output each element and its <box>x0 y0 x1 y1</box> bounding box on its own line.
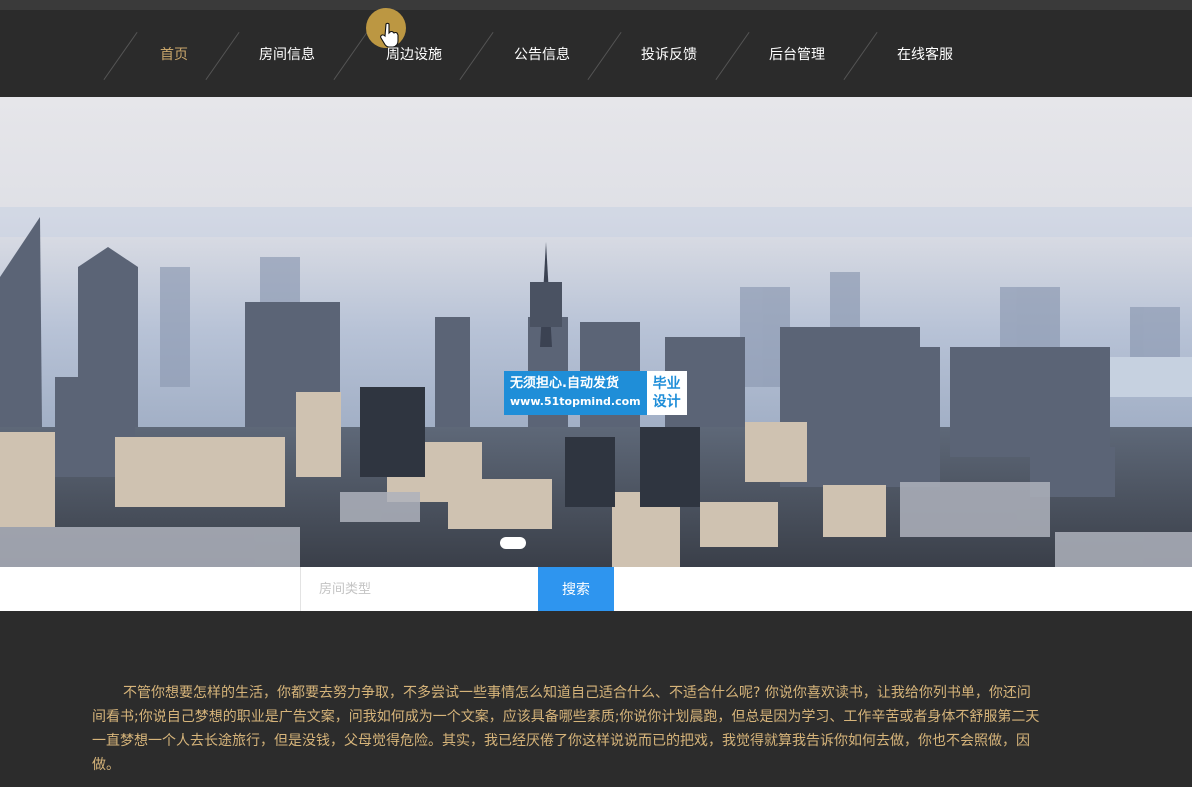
nav-item-support[interactable]: 在线客服 <box>861 10 989 97</box>
carousel-indicator[interactable] <box>500 537 526 549</box>
hero-banner[interactable] <box>0 97 1192 567</box>
nav-item-home[interactable]: 首页 <box>110 10 238 97</box>
watermark-tag: 毕业 设计 <box>646 371 687 415</box>
intro-line: 做。 <box>92 757 120 773</box>
watermark-text: 无须担心.自动发货 www.51topmind.com <box>504 371 647 415</box>
watermark-url: www.51topmind.com <box>510 395 641 408</box>
nav-item-admin[interactable]: 后台管理 <box>733 10 861 97</box>
top-strip <box>0 0 1192 10</box>
city-skyline-image <box>0 97 1192 567</box>
nav-item-rooms[interactable]: 房间信息 <box>223 10 351 97</box>
nav-item-feedback[interactable]: 投诉反馈 <box>605 10 733 97</box>
watermark-badge: 无须担心.自动发货 www.51topmind.com 毕业 设计 <box>504 371 687 415</box>
intro-line: 一直梦想一个人去长途旅行，但是没钱，父母觉得危险。其实，我已经厌倦了你这样说说而… <box>92 733 1030 749</box>
search-button[interactable]: 搜索 <box>538 567 614 611</box>
intro-line: 间看书;你说自己梦想的职业是广告文案，问我如何成为一个文案，应该具备哪些素质;你… <box>92 709 1040 725</box>
intro-section: 不管你想要怎样的生活，你都要去努力争取，不多尝试一些事情怎么知道自己适合什么、不… <box>0 611 1192 787</box>
main-nav: 首页 房间信息 周边设施 公告信息 投诉反馈 后台管理 在线客服 <box>0 10 1192 97</box>
watermark-tag-line1: 毕业 <box>652 376 681 392</box>
watermark-line1: 无须担心.自动发货 <box>510 376 619 391</box>
search-bar: 搜索 <box>0 567 1192 611</box>
hand-pointer-icon <box>380 22 399 48</box>
room-type-search-input[interactable] <box>300 567 538 611</box>
watermark-tag-line2: 设计 <box>652 394 681 410</box>
intro-line: 不管你想要怎样的生活，你都要去努力争取，不多尝试一些事情怎么知道自己适合什么、不… <box>123 685 1031 701</box>
intro-paragraph: 不管你想要怎样的生活，你都要去努力争取，不多尝试一些事情怎么知道自己适合什么、不… <box>92 681 1192 777</box>
nav-item-announcements[interactable]: 公告信息 <box>478 10 606 97</box>
